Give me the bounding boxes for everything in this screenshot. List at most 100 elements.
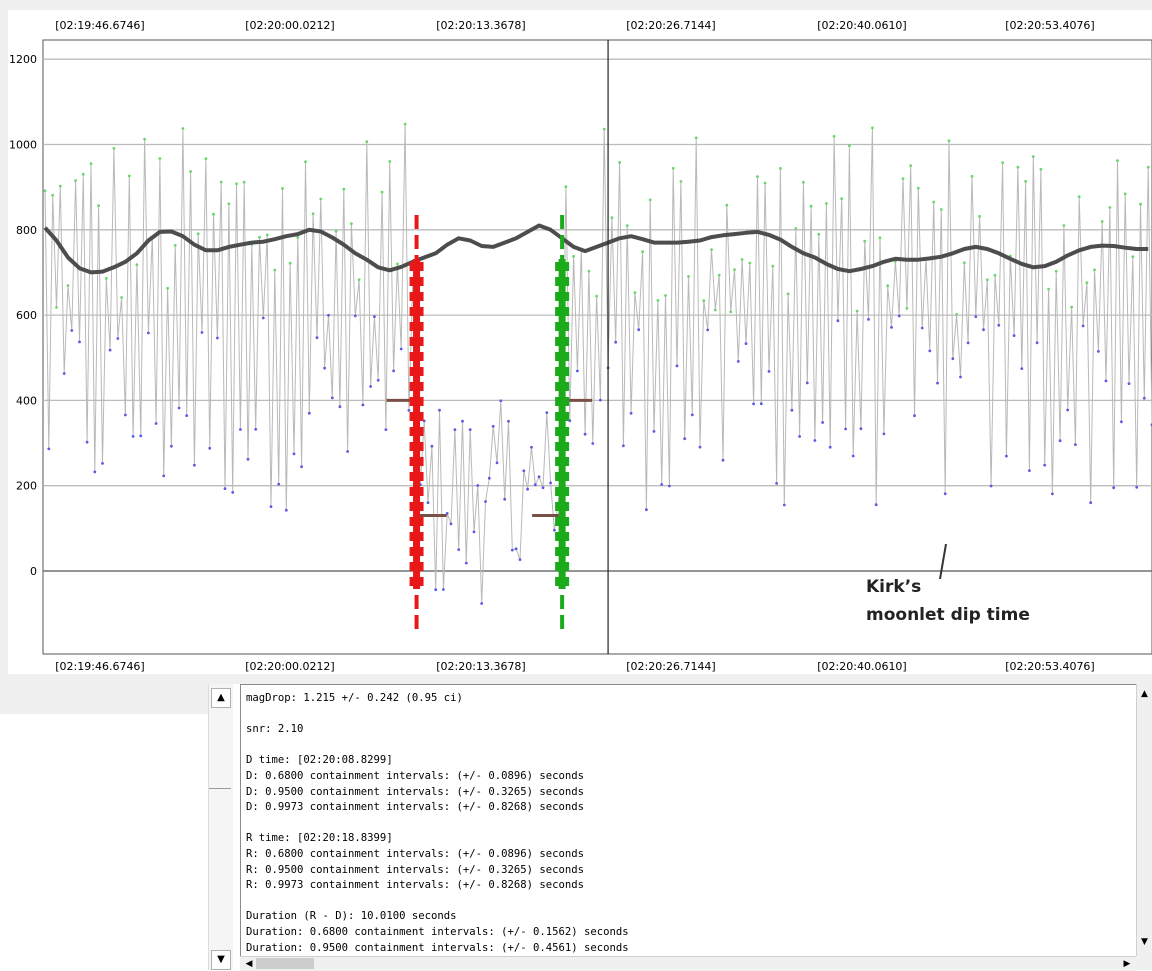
results-horizontal-scrollbar[interactable]: ◀ ▶ — [240, 956, 1136, 971]
data-point — [108, 348, 112, 352]
data-point — [131, 435, 135, 438]
data-point — [970, 174, 974, 178]
data-point — [1058, 439, 1062, 443]
data-point — [1070, 305, 1073, 309]
data-point — [162, 474, 166, 478]
data-point — [1146, 165, 1150, 169]
d-marker-block — [413, 349, 421, 364]
data-point — [154, 422, 158, 425]
data-point — [361, 403, 365, 407]
data-point — [978, 214, 981, 218]
data-point — [729, 310, 733, 314]
data-point — [97, 204, 100, 208]
data-point — [43, 189, 47, 193]
data-point — [246, 457, 250, 461]
left-scrollbar[interactable]: ▲ ▼ — [208, 684, 233, 970]
data-point — [376, 378, 380, 382]
data-point — [794, 227, 798, 230]
data-point — [476, 484, 480, 487]
data-point — [254, 427, 258, 431]
data-point — [587, 269, 591, 273]
results-hscroll-thumb[interactable] — [256, 958, 314, 969]
data-point — [736, 360, 740, 363]
data-point — [641, 250, 644, 254]
data-point — [625, 224, 629, 228]
results-text: magDrop: 1.215 +/- 0.242 (0.95 ci) snr: … — [246, 692, 629, 954]
d-marker-block — [413, 469, 421, 484]
data-point — [867, 318, 870, 321]
data-point — [438, 408, 441, 412]
data-point — [231, 491, 235, 494]
data-point — [51, 193, 55, 197]
data-point — [962, 261, 966, 265]
y-tick-label: 1200 — [9, 53, 37, 66]
data-point — [756, 175, 759, 179]
data-point — [633, 291, 637, 295]
data-point — [147, 331, 150, 335]
data-point — [273, 268, 277, 272]
data-point — [204, 157, 208, 161]
results-scroll-left-button[interactable]: ◀ — [242, 957, 256, 971]
results-scroll-up-button[interactable]: ▲ — [1137, 686, 1152, 702]
data-point — [752, 402, 755, 406]
data-point — [327, 313, 330, 317]
results-vertical-scrollbar[interactable]: ▲ ▼ — [1136, 684, 1152, 956]
results-scroll-down-button[interactable]: ▼ — [1137, 934, 1152, 950]
d-marker-block — [413, 364, 421, 379]
data-point — [127, 174, 131, 178]
data-point — [541, 486, 545, 490]
data-point — [1062, 224, 1066, 227]
data-point — [120, 296, 123, 299]
data-point — [430, 444, 434, 448]
data-point — [1016, 165, 1020, 169]
data-point — [591, 442, 595, 445]
data-point — [533, 483, 537, 487]
data-point — [62, 372, 66, 375]
y-tick-label: 800 — [16, 224, 37, 237]
left-scroll-down-button[interactable]: ▼ — [211, 950, 231, 970]
data-point — [472, 530, 476, 534]
data-point — [913, 414, 916, 418]
data-point — [47, 447, 51, 451]
data-point — [139, 434, 143, 438]
data-point — [491, 424, 495, 428]
d-marker-block — [413, 379, 421, 394]
chart-bottom-border — [0, 674, 1152, 684]
x-tick-label-bottom: [02:20:00.0212] — [245, 660, 334, 673]
data-point — [637, 328, 641, 332]
results-text-box[interactable]: magDrop: 1.215 +/- 0.242 (0.95 ci) snr: … — [240, 684, 1137, 958]
r-marker-block — [558, 469, 566, 484]
left-scroll-thumb[interactable] — [209, 788, 231, 791]
data-point — [503, 497, 507, 501]
y-tick-label: 0 — [30, 565, 37, 578]
data-point — [495, 461, 499, 465]
data-point — [848, 144, 851, 148]
data-point — [840, 197, 844, 201]
data-point — [871, 126, 874, 130]
r-marker-block — [558, 304, 566, 319]
data-point — [668, 484, 671, 488]
data-point — [330, 396, 334, 400]
data-point — [304, 160, 307, 164]
data-point — [407, 409, 411, 412]
data-point — [939, 208, 943, 211]
data-point — [890, 326, 893, 329]
data-point — [1131, 255, 1135, 259]
data-point — [1005, 454, 1008, 458]
results-scroll-right-button[interactable]: ▶ — [1120, 957, 1134, 971]
data-point — [959, 375, 962, 379]
data-point — [434, 588, 438, 592]
r-marker-block — [558, 364, 566, 379]
data-point — [480, 602, 484, 605]
data-point — [181, 127, 185, 130]
data-point — [572, 255, 575, 258]
data-point — [1081, 324, 1085, 328]
data-point — [185, 414, 189, 417]
data-point — [1077, 195, 1081, 199]
left-scroll-up-button[interactable]: ▲ — [211, 688, 231, 708]
data-point — [258, 235, 261, 239]
chart-top-border — [0, 0, 1152, 10]
data-point — [767, 370, 771, 373]
data-point — [307, 411, 311, 415]
r-marker-block — [558, 499, 566, 514]
